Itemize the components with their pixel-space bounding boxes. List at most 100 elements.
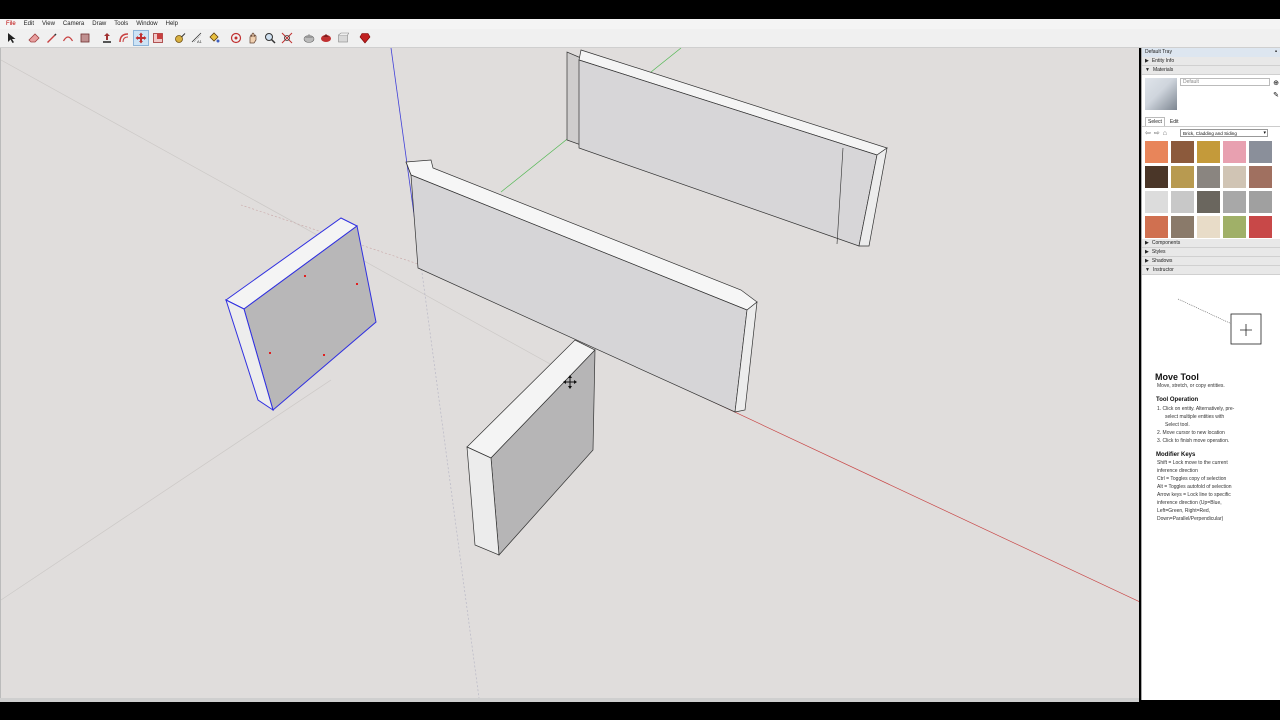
material-swatches: [1142, 139, 1280, 239]
instructor-title: Move Tool: [1155, 372, 1199, 382]
panel-instructor[interactable]: ▼ Instructor: [1142, 266, 1280, 275]
materials-tabs: Select Edit: [1142, 117, 1280, 127]
material-name-field[interactable]: Default: [1180, 78, 1270, 86]
material-swatch-item[interactable]: [1171, 141, 1194, 163]
instructor-line: Ctrl = Toggles copy of selection: [1157, 476, 1227, 482]
fog-line: [1, 379, 332, 601]
select-arrow-icon[interactable]: [4, 30, 20, 46]
paint-bucket-icon[interactable]: [206, 30, 222, 46]
menu-file[interactable]: File: [2, 19, 20, 29]
eraser-icon[interactable]: [26, 30, 42, 46]
menu-window[interactable]: Window: [132, 19, 161, 29]
menu-bar: File Edit View Camera Draw Tools Window …: [0, 19, 1280, 29]
modifier-keys-heading: Modifier Keys: [1156, 452, 1196, 458]
tray-title: Default Tray ▪: [1142, 48, 1280, 57]
material-swatch-item[interactable]: [1171, 216, 1194, 238]
chevron-down-icon: ▼: [1145, 66, 1150, 73]
tray-title-text: Default Tray: [1145, 49, 1172, 55]
collection-select-value: Brick, Cladding and Siding: [1183, 131, 1237, 136]
panel-entity-info-label: Entity Info: [1151, 57, 1175, 64]
material-swatch-item[interactable]: [1223, 166, 1246, 188]
material-swatch-item[interactable]: [1145, 216, 1168, 238]
materials-nav: ⇦ ⇨ ⌂ Brick, Cladding and Siding ▾: [1142, 127, 1280, 139]
menu-camera[interactable]: Camera: [59, 19, 88, 29]
rectangle-icon[interactable]: [77, 30, 93, 46]
chevron-down-icon: ▼: [1145, 266, 1150, 273]
dimension-icon[interactable]: A1: [189, 30, 205, 46]
chevron-right-icon: ▶: [1145, 57, 1149, 64]
components-icon[interactable]: [335, 30, 351, 46]
pin-icon[interactable]: ▪: [1275, 48, 1277, 57]
panel-materials[interactable]: ▼ Materials: [1142, 66, 1280, 75]
material-swatch-item[interactable]: [1223, 216, 1246, 238]
chevron-right-icon: ▶: [1145, 257, 1149, 264]
instructor-line: 3. Click to finish move operation.: [1157, 438, 1230, 444]
chevron-down-icon: ▾: [1263, 130, 1266, 136]
menu-tools[interactable]: Tools: [110, 19, 132, 29]
back-icon[interactable]: ⇦: [1145, 129, 1151, 137]
chevron-right-icon: ▶: [1145, 239, 1149, 246]
menu-draw[interactable]: Draw: [88, 19, 110, 29]
material-swatch-item[interactable]: [1171, 191, 1194, 213]
share-model-icon[interactable]: [318, 30, 334, 46]
material-swatch-item[interactable]: [1145, 191, 1168, 213]
material-swatch-item[interactable]: [1197, 141, 1220, 163]
default-tray: Default Tray ▪ ▶ Entity Info ▼ Materials…: [1141, 48, 1280, 700]
chevron-right-icon: ▶: [1145, 248, 1149, 255]
model-viewport[interactable]: [0, 48, 1139, 698]
move-icon[interactable]: [133, 30, 149, 46]
front-panel[interactable]: [466, 339, 596, 556]
material-swatch-item[interactable]: [1223, 141, 1246, 163]
material-swatch-item[interactable]: [1249, 216, 1272, 238]
pan-icon[interactable]: [245, 30, 261, 46]
scale-icon[interactable]: [150, 30, 166, 46]
instructor-line: Arrow keys = Lock line to specific: [1157, 492, 1231, 498]
menu-view[interactable]: View: [38, 19, 59, 29]
push-pull-icon[interactable]: [99, 30, 115, 46]
material-swatch-item[interactable]: [1249, 191, 1272, 213]
panel-materials-label: Materials: [1152, 66, 1174, 73]
menu-help[interactable]: Help: [162, 19, 182, 29]
menu-edit[interactable]: Edit: [20, 19, 38, 29]
material-preview: Default ⊕ ✎: [1142, 75, 1280, 117]
zoom-icon[interactable]: [262, 30, 278, 46]
scene-drawing: [1, 48, 1139, 698]
orbit-icon[interactable]: [228, 30, 244, 46]
offset-icon[interactable]: [116, 30, 132, 46]
material-swatch-item[interactable]: [1249, 166, 1272, 188]
sketchup-window: File Edit View Camera Draw Tools Window …: [0, 0, 1280, 720]
instructor-line: Down=Parallel/Perpendicular): [1157, 516, 1224, 522]
tape-measure-icon[interactable]: [172, 30, 188, 46]
arc-icon[interactable]: [60, 30, 76, 46]
material-swatch-item[interactable]: [1197, 191, 1220, 213]
warehouse-icon[interactable]: [301, 30, 317, 46]
home-icon[interactable]: ⌂: [1163, 130, 1167, 137]
material-swatch-item[interactable]: [1197, 216, 1220, 238]
material-swatch-item[interactable]: [1197, 166, 1220, 188]
instructor-line: inference direction: [1157, 468, 1198, 474]
move-tool-illustration: [1177, 298, 1262, 345]
instructor-line: Alt = Toggles autofold of selection: [1157, 484, 1232, 490]
collection-select[interactable]: Brick, Cladding and Siding ▾: [1180, 129, 1268, 137]
instructor-line: Select tool.: [1165, 422, 1190, 428]
material-swatch[interactable]: [1145, 78, 1177, 110]
panel-shadows-label: Shadows: [1151, 257, 1173, 264]
create-material-icon[interactable]: ⊕: [1273, 79, 1279, 87]
material-swatch-item[interactable]: [1145, 166, 1168, 188]
material-swatch-item[interactable]: [1223, 191, 1246, 213]
extension-ruby-icon[interactable]: [357, 30, 373, 46]
tab-edit[interactable]: Edit: [1168, 118, 1181, 126]
sample-paint-icon[interactable]: ✎: [1273, 91, 1279, 99]
svg-text:A1: A1: [197, 39, 203, 44]
panel-components-label: Components: [1151, 239, 1181, 246]
selected-panel[interactable]: [225, 217, 377, 412]
zoom-extents-icon[interactable]: [279, 30, 295, 46]
pencil-line-icon[interactable]: [43, 30, 59, 46]
material-swatch-item[interactable]: [1171, 166, 1194, 188]
material-swatch-item[interactable]: [1145, 141, 1168, 163]
tab-select[interactable]: Select: [1145, 117, 1165, 126]
material-swatch-item[interactable]: [1249, 141, 1272, 163]
back-board[interactable]: [566, 49, 888, 247]
instructor-line: inference direction (Up=Blue,: [1157, 500, 1222, 506]
forward-icon[interactable]: ⇨: [1154, 129, 1160, 137]
